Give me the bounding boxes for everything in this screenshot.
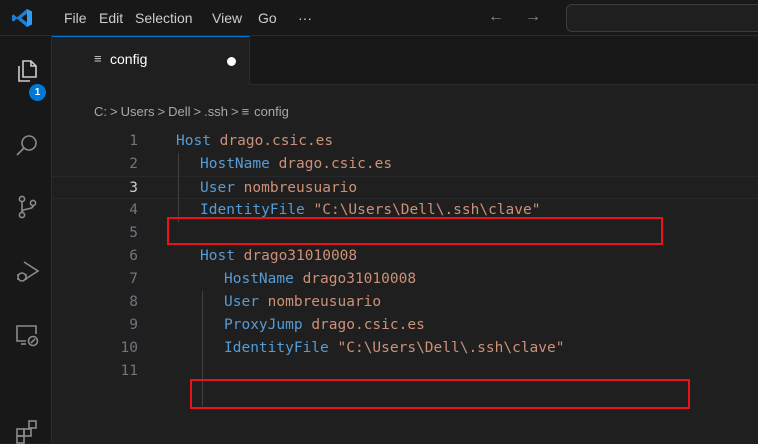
explorer-icon[interactable] xyxy=(14,58,40,84)
code-line[interactable]: 7 HostName drago31010008 xyxy=(52,268,758,291)
highlight-box xyxy=(167,217,663,245)
indent-guide xyxy=(178,153,179,222)
ssh-value: drago.csic.es xyxy=(278,156,393,172)
source-control-icon[interactable] xyxy=(14,194,40,220)
tab-label: config xyxy=(110,51,148,67)
remote-explorer-icon[interactable] xyxy=(14,322,40,348)
breadcrumb-file-icon: ≡ xyxy=(241,104,250,119)
code-line[interactable]: 9 ProxyJump drago.csic.es xyxy=(52,314,758,337)
ssh-value: drago.csic.es xyxy=(311,317,425,333)
breadcrumb-item[interactable]: C: xyxy=(94,104,107,119)
code-text: Host drago31010008 xyxy=(200,245,357,268)
line-number: 1 xyxy=(129,133,138,149)
line-number: 9 xyxy=(129,317,138,333)
line-number: 3 xyxy=(129,180,138,196)
code-line[interactable]: 3 User nombreusuario xyxy=(52,176,758,199)
vscode-logo-icon[interactable] xyxy=(11,8,33,28)
menu-file[interactable]: File xyxy=(64,8,87,28)
menu-more[interactable]: ··· xyxy=(298,8,312,28)
ssh-value: drago.csic.es xyxy=(219,133,334,149)
highlight-box xyxy=(190,379,690,409)
code-line[interactable]: 10 IdentityFile "C:\Users\Dell\.ssh\clave… xyxy=(52,337,758,360)
breadcrumb-item[interactable]: Users xyxy=(121,104,155,119)
line-number: 8 xyxy=(129,294,138,310)
line-number: 2 xyxy=(129,156,138,172)
line-number: 11 xyxy=(120,363,138,379)
menu-go[interactable]: Go xyxy=(258,8,277,28)
code-text: IdentityFile "C:\Users\Dell\.ssh\clave" xyxy=(224,337,564,360)
search-icon[interactable] xyxy=(14,133,40,159)
back-arrow-icon[interactable]: ← xyxy=(488,7,504,27)
ssh-value: drago31010008 xyxy=(302,271,417,287)
explorer-badge: 1 xyxy=(29,84,46,101)
breadcrumb-separator: > xyxy=(193,104,202,119)
file-lines-icon: ≡ xyxy=(94,51,102,66)
code-text: User nombreusuario xyxy=(224,291,381,314)
code-text: User nombreusuario xyxy=(200,177,357,200)
breadcrumb-separator: > xyxy=(157,104,166,119)
ssh-keyword: HostName xyxy=(224,271,294,287)
ssh-value: "C:\Users\Dell\.ssh\clave" xyxy=(337,340,565,356)
code-line[interactable]: 2 HostName drago.csic.es xyxy=(52,153,758,176)
breadcrumb-separator: > xyxy=(230,104,239,119)
ssh-keyword: User xyxy=(200,180,235,196)
code-editor[interactable]: 11 10 IdentityFile "C:\Users\Dell\.ssh\cla… xyxy=(52,130,758,443)
line-number: 4 xyxy=(129,202,138,218)
line-number: 7 xyxy=(129,271,138,287)
code-text: HostName drago.csic.es xyxy=(200,153,392,176)
line-number: 10 xyxy=(120,340,138,356)
code-text: Host drago.csic.es xyxy=(176,130,333,153)
ssh-value: nombreusuario xyxy=(243,180,358,196)
tab-config[interactable]: ≡ config xyxy=(52,36,250,85)
line-number: 5 xyxy=(129,225,138,241)
breadcrumb-separator: > xyxy=(110,104,118,119)
breadcrumb: C: > Users > Dell > .ssh > ≡ config xyxy=(94,103,289,121)
breadcrumb-item[interactable]: Dell xyxy=(168,104,190,119)
ssh-value: drago31010008 xyxy=(243,248,358,264)
ssh-keyword: User xyxy=(224,294,259,310)
ssh-keyword: Host xyxy=(200,248,235,264)
extensions-icon[interactable] xyxy=(14,418,40,444)
command-center-search[interactable] xyxy=(566,4,758,32)
run-debug-icon[interactable] xyxy=(14,258,40,284)
title-bar: File Edit Selection View Go ··· ← → xyxy=(0,0,758,36)
ssh-keyword: IdentityFile xyxy=(224,340,329,356)
code-line[interactable]: 1 Host drago.csic.es xyxy=(52,130,758,153)
code-text: ProxyJump drago.csic.es xyxy=(224,314,425,337)
ssh-value: "C:\Users\Dell\.ssh\clave" xyxy=(313,202,541,218)
ssh-keyword: HostName xyxy=(200,156,270,172)
forward-arrow-icon[interactable]: → xyxy=(525,7,541,27)
breadcrumb-item[interactable]: .ssh xyxy=(204,104,228,119)
ssh-keyword: ProxyJump xyxy=(224,317,303,333)
ssh-keyword: Host xyxy=(176,133,211,149)
ssh-keyword: IdentityFile xyxy=(200,202,305,218)
code-line[interactable]: 6 Host drago31010008 xyxy=(52,245,758,268)
code-text: HostName drago31010008 xyxy=(224,268,416,291)
code-line[interactable]: 8 User nombreusuario xyxy=(52,291,758,314)
menu-view[interactable]: View xyxy=(212,8,242,28)
breadcrumb-item[interactable]: config xyxy=(254,104,289,119)
ssh-value: nombreusuario xyxy=(267,294,382,310)
menu-edit[interactable]: Edit xyxy=(99,8,123,28)
menu-selection[interactable]: Selection xyxy=(135,8,193,28)
tab-bar: ≡ config xyxy=(52,36,758,85)
activity-bar: 1 xyxy=(0,36,52,444)
line-number: 6 xyxy=(129,248,138,264)
unsaved-dot-icon[interactable] xyxy=(227,57,236,66)
